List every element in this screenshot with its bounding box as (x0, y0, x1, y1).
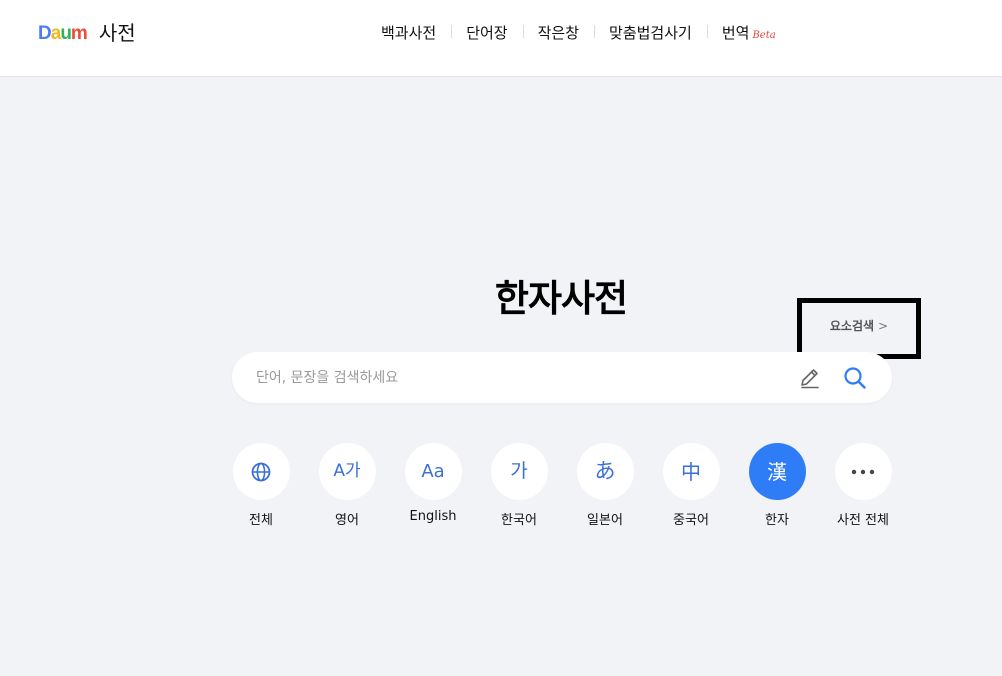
category-english-circle: Aa (404, 443, 462, 500)
category-label: 중국어 (673, 513, 709, 528)
category-english-korean[interactable]: A가 영어 (318, 443, 376, 528)
globe-icon (251, 462, 271, 481)
header: Daum 사전 백과사전 단어장 작은창 맞춤법검사기 번역 Beta (0, 0, 1002, 77)
hanja-icon: 漢 (767, 459, 787, 484)
category-all-dictionaries-circle (834, 443, 892, 500)
category-hanja-circle: 漢 (748, 443, 806, 500)
category-label: 일본어 (587, 513, 623, 528)
nav-translate-label: 번역 (721, 23, 750, 42)
daum-wordmark: Daum (38, 22, 88, 44)
category-japanese-circle: あ (576, 443, 634, 500)
category-chinese-circle: 中 (662, 443, 720, 500)
category-japanese[interactable]: あ 일본어 (576, 443, 634, 528)
english-icon: Aa (421, 460, 445, 482)
chevron-right-icon: > (878, 318, 889, 333)
category-all-circle (232, 443, 290, 500)
beta-badge: Beta (752, 29, 776, 41)
category-hanja[interactable]: 漢 한자 (748, 443, 806, 528)
logo-letter-a: a (50, 22, 62, 44)
korean-icon: 가 (510, 460, 528, 482)
search-input[interactable] (256, 352, 796, 403)
nav-spell-checker[interactable]: 맞춤법검사기 (594, 22, 707, 43)
handwriting-pen-icon[interactable] (798, 366, 822, 390)
logo-letter-u: u (60, 22, 72, 44)
category-all-dictionaries[interactable]: 사전 전체 (834, 443, 892, 528)
search-icon[interactable] (842, 365, 868, 391)
daum-logo[interactable]: Daum 사전 (38, 20, 136, 46)
chinese-icon: 中 (681, 459, 701, 484)
category-korean[interactable]: 가 한국어 (490, 443, 548, 528)
logo-letter-m: m (70, 22, 88, 44)
dict-title[interactable]: 사전 (99, 23, 136, 43)
nav-small-window[interactable]: 작은창 (522, 22, 594, 43)
dictionary-category-list: 전체 A가 영어 Aa English 가 한국어 あ 일본어 中 중국어 漢 (232, 443, 892, 528)
category-all[interactable]: 전체 (232, 443, 290, 528)
category-label: 영어 (335, 513, 359, 528)
category-chinese[interactable]: 中 중국어 (662, 443, 720, 528)
category-label: 한자 (765, 513, 789, 528)
nav-translate[interactable]: 번역 Beta (706, 22, 791, 43)
category-label: 사전 전체 (837, 513, 889, 528)
category-english[interactable]: Aa English (404, 443, 462, 528)
category-label: 한국어 (501, 513, 537, 528)
element-search-label: 요소검색 (829, 319, 875, 333)
category-label: English (409, 509, 457, 524)
japanese-icon: あ (594, 459, 616, 483)
logo-letter-d: D (38, 22, 52, 44)
category-english-korean-circle: A가 (318, 443, 376, 500)
category-label: 전체 (249, 513, 273, 528)
top-nav: 백과사전 단어장 작은창 맞춤법검사기 번역 Beta (366, 22, 791, 42)
more-icon (851, 469, 875, 474)
nav-wordbook[interactable]: 단어장 (451, 22, 522, 43)
english-korean-icon: A가 (333, 461, 361, 481)
search-box (232, 352, 892, 403)
element-search-button[interactable]: 요소검색 > (797, 298, 921, 359)
nav-encyclopedia[interactable]: 백과사전 (366, 22, 451, 43)
category-korean-circle: 가 (490, 443, 548, 500)
